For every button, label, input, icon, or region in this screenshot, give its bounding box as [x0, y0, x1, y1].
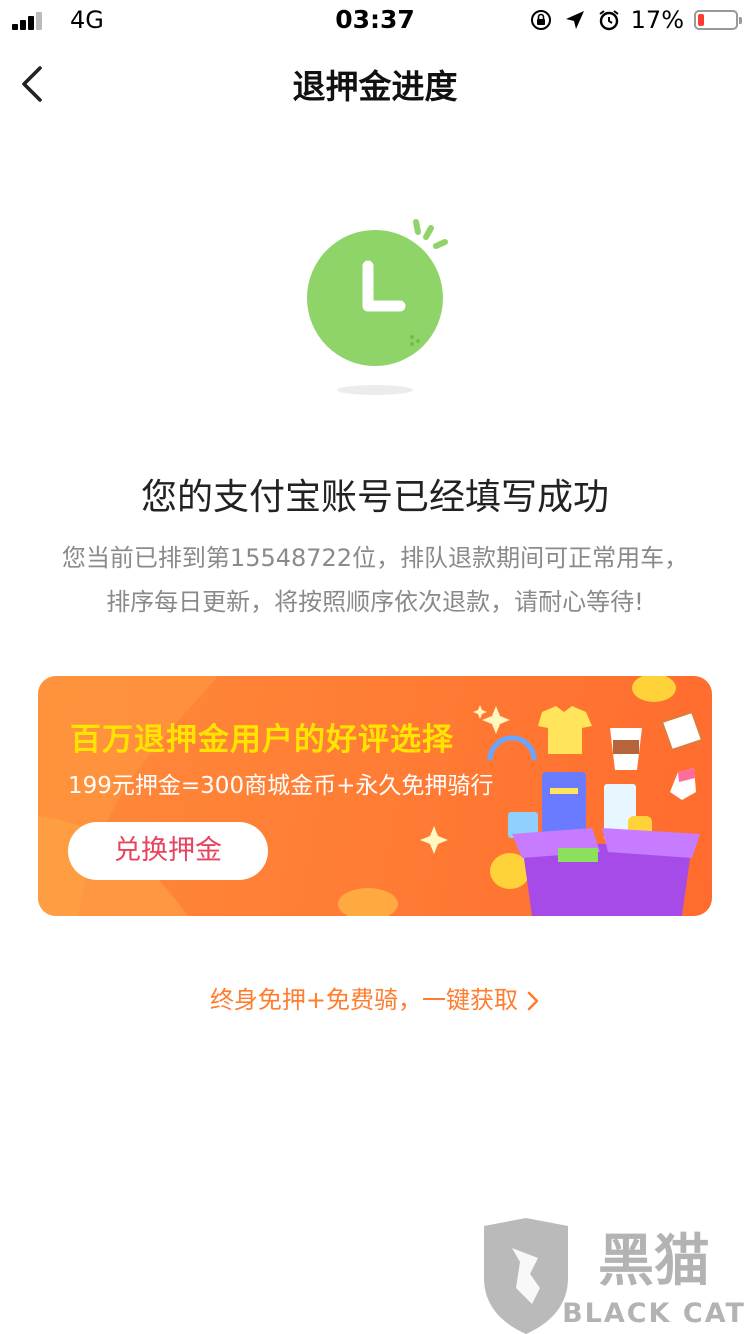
chevron-left-icon[interactable] [14, 62, 54, 106]
signal-icon [12, 12, 48, 30]
queue-description: 您当前已排到第15548722位，排队退款期间可正常用车， 排序每日更新，将按照… [30, 536, 720, 624]
lifetime-free-deposit-link[interactable]: 终身免押+免费骑，一键获取 [0, 980, 750, 1015]
success-headline: 您的支付宝账号已经填写成功 [140, 477, 609, 518]
queue-description-line-2: 排序每日更新，将按照顺序依次退款，请耐心等待! [106, 588, 644, 616]
exchange-deposit-button[interactable]: 兑换押金 [68, 822, 268, 880]
carrier-label: 4G [70, 6, 104, 34]
page-title: 退押金进度 [292, 67, 458, 106]
alarm-icon [599, 10, 619, 31]
location-arrow-icon [565, 11, 584, 29]
watermark-en: BLACK CAT [562, 1298, 746, 1329]
gift-box-illustration [420, 676, 704, 916]
watermark-cn: 黑猫 [598, 1229, 710, 1294]
deposit-exchange-banner[interactable]: 百万退押金用户的好评选择 199元押金=300商城金币+永久免押骑行 兑换押金 [38, 676, 712, 916]
promo-link-text: 终身免押+免费骑，一键获取 [209, 986, 519, 1014]
battery-percent: 17% [630, 6, 684, 34]
orientation-lock-icon [530, 10, 551, 30]
battery-level-fill [698, 14, 704, 26]
queue-description-line-1: 您当前已排到第15548722位，排队退款期间可正常用车， [61, 544, 689, 572]
clock-icon [307, 219, 448, 395]
battery-icon [694, 10, 742, 30]
chevron-right-icon [527, 991, 539, 1011]
black-cat-watermark-logo: 黑猫 BLACK CAT [484, 1218, 746, 1334]
nav-bar: 退押金进度 [0, 44, 750, 124]
status-right-group: 17% [529, 6, 742, 34]
status-bar: 4G 03:37 17% [0, 0, 750, 40]
